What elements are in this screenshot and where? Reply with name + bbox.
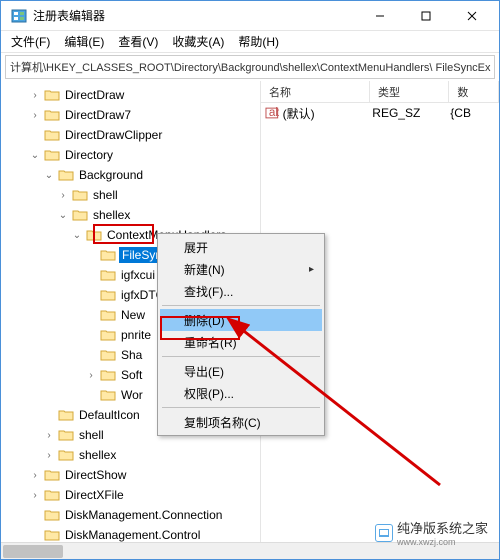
- tree-label: DiskManagement.Connection: [63, 507, 224, 523]
- tree-label: Directory: [63, 147, 115, 163]
- tree-item[interactable]: DiskManagement.Connection: [1, 505, 260, 525]
- tree-label: DirectShow: [63, 467, 128, 483]
- menu-separator: [162, 407, 320, 408]
- context-menu-item[interactable]: 复制项名称(C): [160, 411, 322, 433]
- value-type: REG_SZ: [372, 106, 450, 120]
- watermark-url: www.xwzj.com: [397, 537, 488, 547]
- context-menu-item[interactable]: 查找(F)...: [160, 280, 322, 302]
- tree-label: Wor: [119, 387, 145, 403]
- tree-label: shell: [77, 427, 106, 443]
- context-menu-item[interactable]: 展开: [160, 236, 322, 258]
- context-menu: 展开新建(N)查找(F)... 删除(D)重命名(R) 导出(E)权限(P)... 复…: [157, 233, 325, 436]
- tree-item[interactable]: ⌄ Background: [1, 165, 260, 185]
- tree-item[interactable]: › shell: [1, 185, 260, 205]
- expander-icon[interactable]: ›: [29, 110, 41, 121]
- menu-file[interactable]: 文件(F): [5, 31, 56, 52]
- tree-label: shellex: [91, 207, 132, 223]
- menubar: 文件(F) 编辑(E) 查看(V) 收藏夹(A) 帮助(H): [1, 31, 499, 53]
- menu-separator: [162, 356, 320, 357]
- watermark: 纯净版系统之家 www.xwzj.com: [375, 518, 488, 547]
- menu-edit[interactable]: 编辑(E): [58, 31, 110, 52]
- col-type[interactable]: 类型: [370, 81, 449, 102]
- titlebar: 注册表编辑器: [1, 1, 499, 31]
- tree-item[interactable]: › DirectDraw7: [1, 105, 260, 125]
- context-menu-item[interactable]: 重命名(R): [160, 331, 322, 353]
- context-menu-item[interactable]: 删除(D): [160, 309, 322, 331]
- tree-label: shellex: [77, 447, 118, 463]
- tree-item[interactable]: › DirectShow: [1, 465, 260, 485]
- menu-view[interactable]: 查看(V): [112, 31, 164, 52]
- expander-icon[interactable]: ⌄: [57, 210, 69, 221]
- expander-icon[interactable]: ›: [29, 470, 41, 481]
- expander-icon[interactable]: ›: [43, 430, 55, 441]
- tree-item[interactable]: ⌄ Directory: [1, 145, 260, 165]
- watermark-icon: [375, 524, 393, 542]
- tree-label: Sha: [119, 347, 144, 363]
- tree-item[interactable]: DirectDrawClipper: [1, 125, 260, 145]
- string-value-icon: ab: [265, 106, 279, 120]
- expander-icon[interactable]: ⌄: [71, 230, 83, 241]
- context-menu-item[interactable]: 权限(P)...: [160, 382, 322, 404]
- expander-icon[interactable]: ›: [57, 190, 69, 201]
- expander-icon[interactable]: ›: [29, 490, 41, 501]
- tree-label: DefaultIcon: [77, 407, 142, 423]
- scrollbar-thumb[interactable]: [3, 545, 63, 558]
- tree-label: shell: [91, 187, 120, 203]
- tree-label: igfxcui: [119, 267, 157, 283]
- list-header: 名称 类型 数: [261, 81, 499, 103]
- tree-label: Soft: [119, 367, 144, 383]
- tree-item[interactable]: › DirectXFile: [1, 485, 260, 505]
- expander-icon[interactable]: ⌄: [29, 150, 41, 161]
- menu-help[interactable]: 帮助(H): [232, 31, 285, 52]
- tree-label: DirectDrawClipper: [63, 127, 164, 143]
- tree-label: New: [119, 307, 147, 323]
- maximize-button[interactable]: [403, 1, 449, 31]
- tree-item[interactable]: › shellex: [1, 445, 260, 465]
- minimize-button[interactable]: [357, 1, 403, 31]
- tree-label: pnrite: [119, 327, 153, 343]
- regedit-icon: [11, 8, 27, 24]
- tree-label: DirectXFile: [63, 487, 126, 503]
- tree-item[interactable]: DiskManagement.Control: [1, 525, 260, 542]
- list-row[interactable]: ab (默认) REG_SZ {CB: [261, 103, 499, 123]
- expander-icon[interactable]: ⌄: [43, 170, 55, 181]
- menu-separator: [162, 305, 320, 306]
- tree-item[interactable]: ⌄ shellex: [1, 205, 260, 225]
- value-name: (默认): [283, 105, 373, 122]
- tree-item[interactable]: › DirectDraw: [1, 85, 260, 105]
- tree-label: DirectDraw7: [63, 107, 133, 123]
- expander-icon[interactable]: ›: [43, 450, 55, 461]
- close-button[interactable]: [449, 1, 495, 31]
- value-data: {CB: [450, 106, 499, 120]
- context-menu-item[interactable]: 导出(E): [160, 360, 322, 382]
- tree-label: DiskManagement.Control: [63, 527, 202, 542]
- watermark-text: 纯净版系统之家: [397, 518, 488, 537]
- col-name[interactable]: 名称: [261, 81, 370, 102]
- expander-icon[interactable]: ›: [85, 370, 97, 381]
- expander-icon[interactable]: ›: [29, 90, 41, 101]
- context-menu-item[interactable]: 新建(N): [160, 258, 322, 280]
- address-bar[interactable]: 计算机\HKEY_CLASSES_ROOT\Directory\Backgrou…: [5, 55, 495, 79]
- col-data[interactable]: 数: [449, 81, 499, 102]
- window-title: 注册表编辑器: [33, 7, 357, 24]
- svg-text:ab: ab: [269, 106, 279, 119]
- tree-label: Background: [77, 167, 145, 183]
- menu-fav[interactable]: 收藏夹(A): [166, 31, 230, 52]
- tree-label: DirectDraw: [63, 87, 126, 103]
